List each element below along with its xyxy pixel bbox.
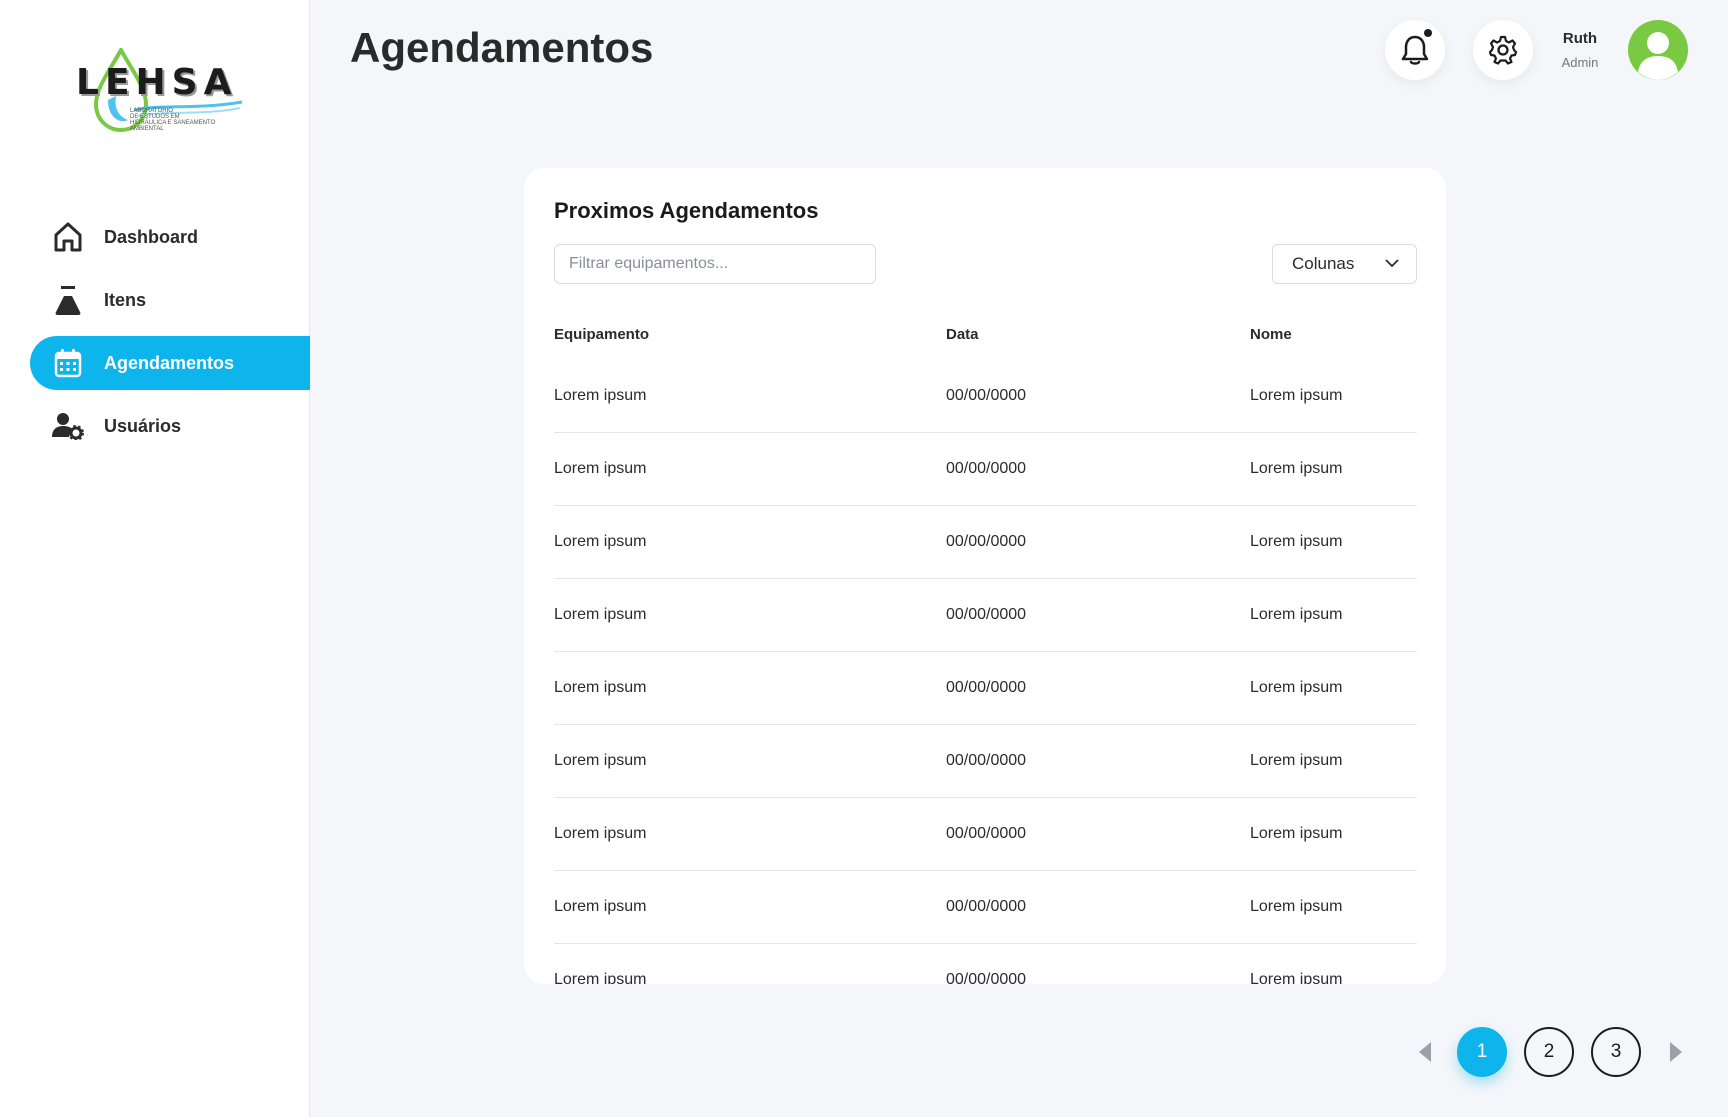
cell-data: 00/00/0000 — [946, 679, 1027, 696]
cell-nome: Lorem ipsum — [1250, 898, 1343, 915]
table-header: Equipamento Data Nome — [554, 308, 1417, 360]
chevron-down-icon — [1385, 259, 1399, 268]
cell-data: 00/00/0000 — [946, 898, 1027, 915]
previous-page-icon[interactable] — [1415, 1040, 1435, 1064]
cell-equipamento: Lorem ipsum — [554, 825, 647, 842]
cell-nome: Lorem ipsum — [1250, 460, 1343, 477]
table-row[interactable]: Lorem ipsum 00/00/0000 Lorem ipsum — [554, 360, 1417, 433]
page-button-3[interactable]: 3 — [1591, 1027, 1641, 1077]
logo-subtitle-line: HIDRÁULICA E SANEAMENTO AMBIENTAL — [130, 120, 216, 132]
sidebar-item-agendamentos[interactable]: Agendamentos — [30, 336, 310, 390]
pagination: 1 2 3 — [1415, 1026, 1686, 1078]
cell-equipamento: Lorem ipsum — [554, 679, 647, 696]
page-button-1[interactable]: 1 — [1457, 1027, 1507, 1077]
sidebar-item-label: Agendamentos — [104, 352, 235, 373]
table-row[interactable]: Lorem ipsum 00/00/0000 Lorem ipsum — [554, 579, 1417, 652]
gear-icon — [1488, 35, 1518, 65]
cell-data: 00/00/0000 — [946, 533, 1027, 550]
table-row[interactable]: Lorem ipsum 00/00/0000 Lorem ipsum — [554, 798, 1417, 871]
sidebar-item-label: Dashboard — [104, 226, 199, 247]
notifications-button[interactable] — [1385, 20, 1445, 80]
cell-nome: Lorem ipsum — [1250, 825, 1343, 842]
cell-equipamento: Lorem ipsum — [554, 460, 647, 477]
logo-text: LEHSA — [76, 62, 238, 103]
cell-equipamento: Lorem ipsum — [554, 606, 647, 623]
cell-equipamento: Lorem ipsum — [554, 387, 647, 404]
settings-button[interactable] — [1473, 20, 1533, 80]
column-header-equipamento[interactable]: Equipamento — [554, 326, 946, 343]
sidebar-item-label: Usuários — [104, 415, 182, 436]
table-row[interactable]: Lorem ipsum 00/00/0000 Lorem ipsum — [554, 506, 1417, 579]
page-title: Agendamentos — [350, 24, 654, 71]
column-header-data[interactable]: Data — [946, 326, 1250, 343]
column-header-nome[interactable]: Nome — [1250, 326, 1417, 343]
table-row[interactable]: Lorem ipsum 00/00/0000 Lorem ipsum — [554, 944, 1417, 984]
page-button-2[interactable]: 2 — [1524, 1027, 1574, 1077]
card-title: Proximos Agendamentos — [554, 198, 819, 223]
user-role: Admin — [1561, 55, 1599, 70]
sidebar-nav: Dashboard Itens Agendamentos Usuários — [30, 210, 310, 462]
cell-data: 00/00/0000 — [946, 752, 1027, 769]
cell-data: 00/00/0000 — [946, 460, 1027, 477]
table-row[interactable]: Lorem ipsum 00/00/0000 Lorem ipsum — [554, 652, 1417, 725]
user-gear-icon — [52, 410, 84, 442]
cell-nome: Lorem ipsum — [1250, 752, 1343, 769]
cell-data: 00/00/0000 — [946, 971, 1027, 984]
appointments-card: Proximos Agendamentos Colunas Equipament… — [524, 168, 1446, 984]
cell-equipamento: Lorem ipsum — [554, 752, 647, 769]
table-row[interactable]: Lorem ipsum 00/00/0000 Lorem ipsum — [554, 725, 1417, 798]
logo-subtitle: LABORATÓRIO DE ESTUDOS EM HIDRÁULICA E S… — [130, 108, 250, 132]
notification-dot — [1424, 29, 1432, 37]
sidebar-item-dashboard[interactable]: Dashboard — [30, 210, 310, 264]
user-avatar-icon — [1638, 32, 1678, 80]
cell-data: 00/00/0000 — [946, 387, 1027, 404]
columns-dropdown[interactable]: Colunas — [1272, 244, 1417, 284]
cell-equipamento: Lorem ipsum — [554, 898, 647, 915]
table-row[interactable]: Lorem ipsum 00/00/0000 Lorem ipsum — [554, 433, 1417, 506]
avatar[interactable] — [1628, 20, 1688, 80]
home-icon — [52, 221, 84, 253]
lehsa-logo[interactable]: LEHSA LABORATÓRIO DE ESTUDOS EM HIDRÁULI… — [74, 48, 244, 134]
filter-equipment-input[interactable] — [554, 244, 876, 284]
cell-data: 00/00/0000 — [946, 825, 1027, 842]
sidebar: LEHSA LABORATÓRIO DE ESTUDOS EM HIDRÁULI… — [0, 0, 310, 1117]
table-row[interactable]: Lorem ipsum 00/00/0000 Lorem ipsum — [554, 871, 1417, 944]
cell-equipamento: Lorem ipsum — [554, 971, 647, 984]
calendar-icon — [52, 347, 84, 379]
cell-equipamento: Lorem ipsum — [554, 533, 647, 550]
cell-nome: Lorem ipsum — [1250, 971, 1343, 984]
bell-icon — [1401, 35, 1429, 65]
flask-icon — [52, 284, 84, 316]
next-page-icon[interactable] — [1666, 1040, 1686, 1064]
appointments-table: Equipamento Data Nome Lorem ipsum 00/00/… — [554, 308, 1417, 984]
columns-dropdown-label: Colunas — [1292, 254, 1355, 273]
cell-nome: Lorem ipsum — [1250, 533, 1343, 550]
sidebar-item-label: Itens — [104, 289, 147, 310]
cell-nome: Lorem ipsum — [1250, 606, 1343, 623]
sidebar-item-itens[interactable]: Itens — [30, 273, 310, 327]
cell-nome: Lorem ipsum — [1250, 679, 1343, 696]
cell-data: 00/00/0000 — [946, 606, 1027, 623]
cell-nome: Lorem ipsum — [1250, 387, 1343, 404]
user-name: Ruth — [1562, 30, 1598, 47]
sidebar-item-usuarios[interactable]: Usuários — [30, 399, 310, 453]
